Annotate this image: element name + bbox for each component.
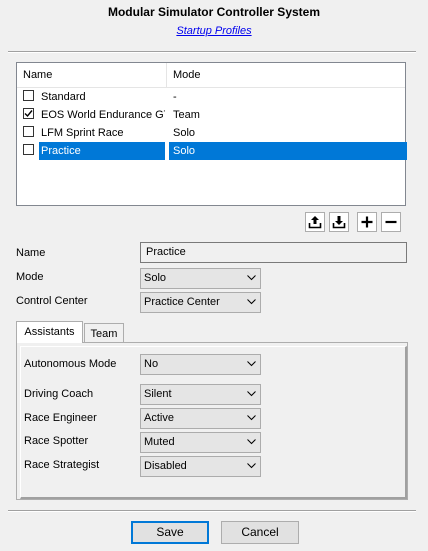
profile-checkbox[interactable] <box>23 144 34 155</box>
minus-icon <box>385 220 397 224</box>
mode-label: Mode <box>16 271 44 283</box>
autonomous-mode-dropdown[interactable]: No <box>140 354 261 375</box>
add-profile-button[interactable] <box>357 212 377 232</box>
list-item-selected[interactable]: Practice Solo <box>17 142 407 160</box>
profile-mode: Solo <box>173 127 196 139</box>
remove-profile-button[interactable] <box>381 212 401 232</box>
name-field[interactable]: Practice <box>140 242 407 263</box>
mode-value: Solo <box>144 272 167 284</box>
dialog-window: Modular Simulator Controller System Star… <box>0 0 428 551</box>
profile-mode: - <box>173 91 177 103</box>
chevron-down-icon <box>247 439 256 445</box>
list-item[interactable]: LFM Sprint Race Solo <box>17 124 405 142</box>
race-spotter-label: Race Spotter <box>24 435 89 447</box>
upload-button[interactable] <box>305 212 325 232</box>
profile-name: LFM Sprint Race <box>41 127 124 139</box>
race-strategist-label: Race Strategist <box>24 459 100 471</box>
race-strategist-value: Disabled <box>144 460 187 472</box>
control-center-dropdown[interactable]: Practice Center <box>140 292 261 313</box>
chevron-down-icon <box>247 415 256 421</box>
race-strategist-dropdown[interactable]: Disabled <box>140 456 261 477</box>
autonomous-mode-value: No <box>144 358 159 370</box>
tab-assistants[interactable]: Assistants <box>16 321 83 343</box>
chevron-down-icon <box>247 275 256 281</box>
control-center-label: Control Center <box>16 295 88 307</box>
list-item[interactable]: EOS World Endurance GT Team <box>17 106 405 124</box>
window-title: Modular Simulator Controller System <box>107 5 321 19</box>
tab-team[interactable]: Team <box>84 323 124 343</box>
chevron-down-icon <box>247 463 256 469</box>
cancel-button[interactable]: Cancel <box>221 521 299 544</box>
download-button[interactable] <box>329 212 349 232</box>
profile-mode: Solo <box>169 142 407 160</box>
column-header-mode[interactable]: Mode <box>167 63 405 87</box>
autonomous-mode-label: Autonomous Mode <box>24 358 117 370</box>
race-engineer-value: Active <box>144 412 174 424</box>
profile-checkbox[interactable] <box>23 90 34 101</box>
column-header-name[interactable]: Name <box>17 63 167 87</box>
profile-checkbox[interactable] <box>23 108 34 119</box>
driving-coach-value: Silent <box>144 388 172 400</box>
race-spotter-value: Muted <box>144 436 175 448</box>
chevron-down-icon <box>247 391 256 397</box>
profile-name: Practice <box>39 142 165 160</box>
chevron-down-icon <box>247 299 256 305</box>
profile-name: EOS World Endurance GT <box>41 109 165 121</box>
save-button[interactable]: Save <box>131 521 209 544</box>
top-divider <box>8 51 416 53</box>
race-engineer-dropdown[interactable]: Active <box>140 408 261 429</box>
startup-profiles-link[interactable]: Startup Profiles <box>0 25 428 37</box>
download-icon <box>332 216 346 229</box>
driving-coach-label: Driving Coach <box>24 388 94 400</box>
profiles-list[interactable]: Name Mode Standard - EOS World Endurance… <box>16 62 407 206</box>
control-center-value: Practice Center <box>144 296 220 308</box>
name-label: Name <box>16 247 46 259</box>
list-item[interactable]: Standard - <box>17 88 405 106</box>
profile-mode: Team <box>173 109 200 121</box>
upload-icon <box>308 216 322 229</box>
plus-icon <box>361 216 373 228</box>
profile-name: Standard <box>41 91 86 103</box>
bottom-divider <box>8 510 416 512</box>
race-engineer-label: Race Engineer <box>24 412 97 424</box>
race-spotter-dropdown[interactable]: Muted <box>140 432 261 453</box>
profile-checkbox[interactable] <box>23 126 34 137</box>
driving-coach-dropdown[interactable]: Silent <box>140 384 261 405</box>
list-header: Name Mode <box>17 63 405 88</box>
checkmark-icon <box>24 110 33 118</box>
chevron-down-icon <box>247 361 256 367</box>
mode-dropdown[interactable]: Solo <box>140 268 261 289</box>
